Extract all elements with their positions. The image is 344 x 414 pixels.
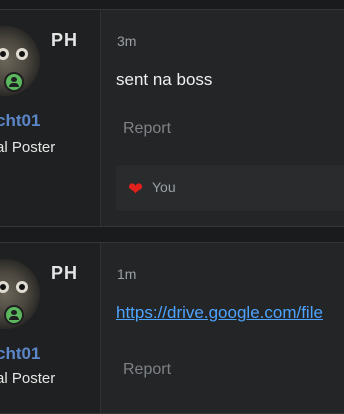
post: PH cht01 al Poster 1m https://drive.goog… <box>0 242 344 414</box>
user-title: al Poster <box>0 139 56 156</box>
username-link[interactable]: cht01 <box>0 344 40 364</box>
report-button[interactable]: Report <box>123 120 171 138</box>
user-title: al Poster <box>0 370 56 387</box>
post-link[interactable]: https://drive.google.com/file <box>116 303 323 323</box>
post: PH cht01 al Poster 3m sent na boss Repor… <box>0 9 344 227</box>
online-status-icon <box>4 305 24 325</box>
post-timestamp[interactable]: 1m <box>117 266 136 282</box>
username-link[interactable]: cht01 <box>0 111 40 131</box>
country-flag: PH <box>51 263 79 283</box>
report-button[interactable]: Report <box>123 361 171 379</box>
reactions-bar[interactable]: ❤ You <box>116 165 344 211</box>
post-timestamp[interactable]: 3m <box>117 33 136 49</box>
heart-icon: ❤ <box>128 179 144 199</box>
online-status-icon <box>4 72 24 92</box>
post-message: sent na boss <box>116 70 213 89</box>
user-info: PH cht01 al Poster <box>0 10 101 226</box>
reaction-users[interactable]: You <box>152 179 176 195</box>
country-flag: PH <box>51 30 79 50</box>
user-info: PH cht01 al Poster <box>0 243 101 413</box>
